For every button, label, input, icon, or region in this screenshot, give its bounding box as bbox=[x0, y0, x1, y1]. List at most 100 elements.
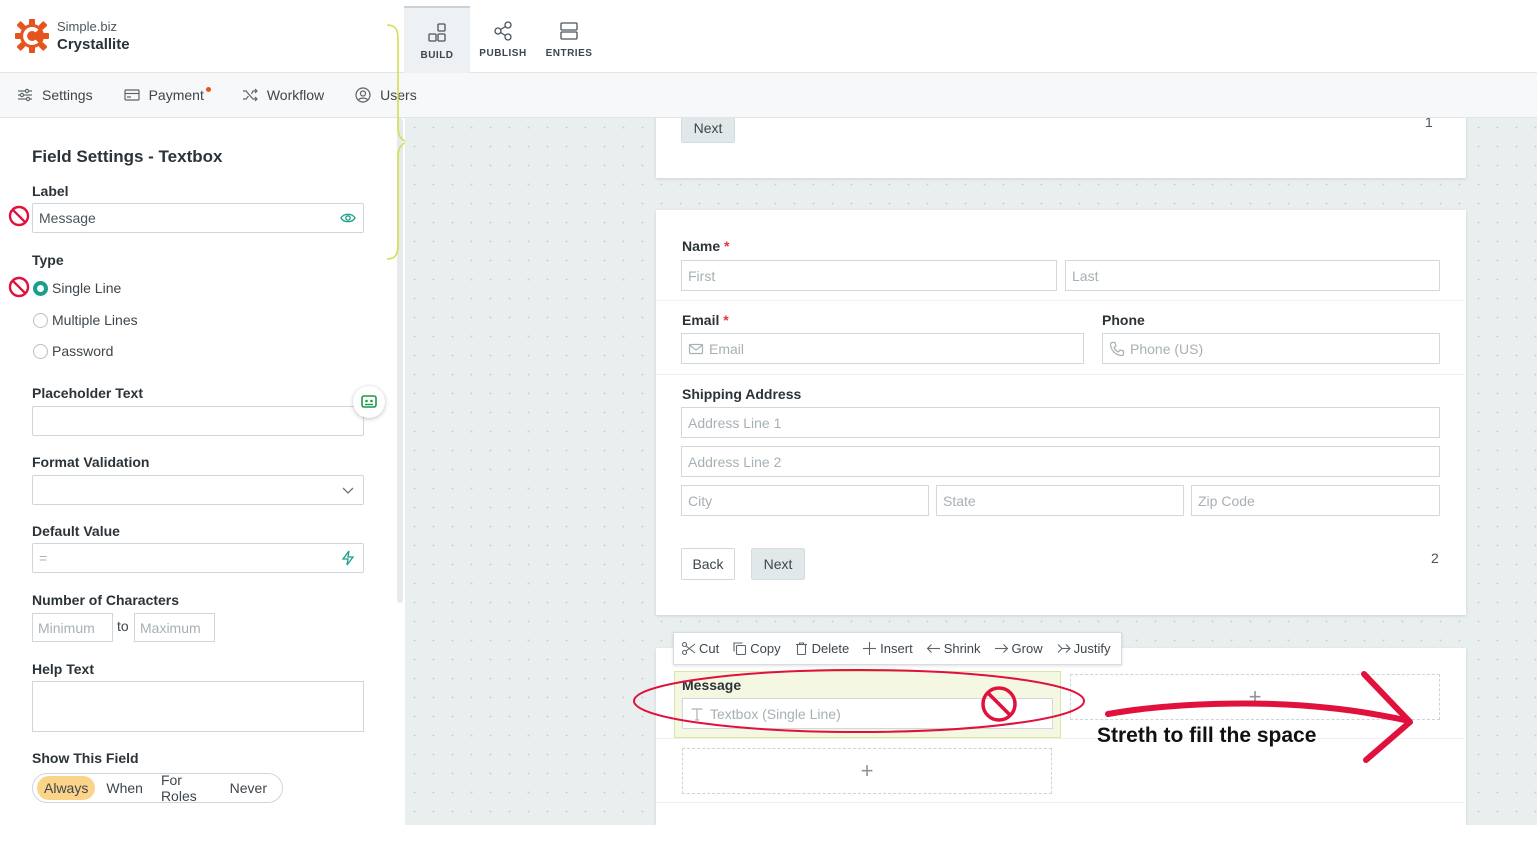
type-option-password[interactable]: Password bbox=[33, 343, 113, 359]
app-header: Simple.biz Crystallite BUILD PUBLISH ENT… bbox=[0, 0, 1537, 73]
brand[interactable]: Simple.biz Crystallite bbox=[14, 18, 130, 54]
name-last-input[interactable]: Last bbox=[1065, 260, 1440, 291]
envelope-icon bbox=[688, 343, 704, 354]
name-last-placeholder: Last bbox=[1072, 267, 1099, 284]
robot-chat-icon bbox=[361, 395, 377, 408]
field-action-toolbar: Cut Copy Delete Insert Shrink Grow Justi… bbox=[673, 632, 1122, 665]
publish-icon bbox=[494, 21, 512, 41]
crystallite-logo-icon bbox=[15, 19, 49, 53]
type-option-label: Single Line bbox=[52, 280, 122, 296]
row-divider bbox=[656, 300, 1465, 301]
settings-sliders-icon bbox=[18, 88, 32, 102]
help-text-area[interactable] bbox=[32, 681, 364, 732]
field-settings-panel: Field Settings - Textbox Label Message T… bbox=[0, 118, 405, 825]
show-option-always[interactable]: Always bbox=[37, 776, 96, 800]
insert-button[interactable]: Insert bbox=[862, 641, 913, 656]
toolbar-workflow[interactable]: Workflow bbox=[241, 86, 324, 104]
payment-badge-dot bbox=[205, 86, 211, 92]
email-label-text: Email bbox=[682, 312, 720, 328]
add-plus-icon: + bbox=[1248, 684, 1262, 709]
page2-back-button[interactable]: Back bbox=[681, 548, 735, 580]
grow-label: Grow bbox=[1011, 641, 1043, 656]
add-field-slot-right[interactable]: + bbox=[1070, 674, 1440, 720]
toolbar-settings[interactable]: Settings bbox=[16, 86, 93, 104]
tab-entries[interactable]: ENTRIES bbox=[536, 6, 602, 73]
phone-field-label: Phone bbox=[1102, 312, 1145, 328]
row-divider bbox=[656, 802, 1465, 803]
city-placeholder: City bbox=[688, 492, 713, 509]
address-field-label: Shipping Address bbox=[682, 386, 802, 402]
panel-title: Field Settings - Textbox bbox=[32, 147, 223, 166]
address-line2-placeholder: Address Line 2 bbox=[688, 453, 782, 470]
address-line2-input[interactable]: Address Line 2 bbox=[681, 446, 1440, 477]
scissors-icon bbox=[681, 641, 696, 656]
zip-input[interactable]: Zip Code bbox=[1191, 485, 1440, 516]
chars-to-text: to bbox=[117, 618, 129, 634]
users-icon bbox=[355, 87, 371, 103]
copy-icon bbox=[733, 642, 747, 656]
copy-button[interactable]: Copy bbox=[732, 641, 781, 656]
city-input[interactable]: City bbox=[681, 485, 929, 516]
cut-button[interactable]: Cut bbox=[681, 641, 719, 656]
show-option-when[interactable]: When bbox=[99, 776, 150, 800]
prohibited-icon bbox=[8, 276, 30, 298]
text-type-icon bbox=[691, 707, 703, 721]
page1-next-button[interactable]: Next bbox=[681, 118, 735, 143]
page2-back-label: Back bbox=[692, 556, 724, 572]
delete-button[interactable]: Delete bbox=[794, 641, 849, 656]
justify-button[interactable]: Justify bbox=[1056, 641, 1111, 656]
add-plus-icon: + bbox=[860, 758, 874, 783]
label-heading: Label bbox=[32, 183, 69, 199]
type-option-label: Password bbox=[52, 343, 114, 359]
default-heading: Default Value bbox=[32, 523, 120, 539]
format-validation-select[interactable] bbox=[32, 475, 364, 505]
form-name: Crystallite bbox=[57, 36, 130, 53]
assistant-button[interactable] bbox=[353, 386, 385, 418]
type-option-multiple-lines[interactable]: Multiple Lines bbox=[33, 312, 138, 328]
phone-icon bbox=[1109, 341, 1125, 356]
eye-icon[interactable] bbox=[340, 210, 356, 226]
workflow-shuffle-icon bbox=[242, 88, 258, 102]
format-heading: Format Validation bbox=[32, 454, 150, 470]
message-textbox[interactable]: Textbox (Single Line) bbox=[682, 698, 1053, 729]
email-input[interactable]: Email bbox=[681, 333, 1084, 364]
shrink-button[interactable]: Shrink bbox=[926, 641, 981, 656]
message-field-selected[interactable]: Message Textbox (Single Line) bbox=[674, 671, 1061, 738]
type-option-single-line[interactable]: Single Line bbox=[33, 280, 121, 296]
required-asterisk: * bbox=[723, 312, 729, 328]
trash-icon bbox=[795, 642, 807, 656]
type-heading: Type bbox=[32, 252, 64, 268]
type-option-label: Multiple Lines bbox=[52, 312, 138, 328]
page2-next-button[interactable]: Next bbox=[751, 548, 805, 580]
name-first-input[interactable]: First bbox=[681, 260, 1057, 291]
justify-label: Justify bbox=[1073, 641, 1111, 656]
tab-publish[interactable]: PUBLISH bbox=[470, 6, 536, 73]
tab-build[interactable]: BUILD bbox=[404, 6, 470, 73]
label-input[interactable]: Message bbox=[32, 203, 364, 233]
default-value-input[interactable]: = bbox=[32, 543, 364, 573]
add-field-slot-below[interactable]: + bbox=[682, 748, 1052, 794]
phone-input[interactable]: Phone (US) bbox=[1102, 333, 1440, 364]
placeholder-heading: Placeholder Text bbox=[32, 385, 144, 401]
show-option-never[interactable]: Never bbox=[223, 776, 274, 800]
zip-placeholder: Zip Code bbox=[1198, 492, 1255, 509]
chars-max-input[interactable]: Maximum bbox=[134, 613, 215, 642]
page2-next-label: Next bbox=[763, 556, 793, 572]
placeholder-input[interactable] bbox=[32, 406, 364, 436]
toolbar-workflow-label: Workflow bbox=[266, 87, 325, 103]
toolbar-payment[interactable]: Payment bbox=[123, 86, 211, 104]
org-name: Simple.biz bbox=[57, 19, 117, 34]
toolbar-settings-label: Settings bbox=[42, 87, 93, 103]
show-option-for-roles[interactable]: For Roles bbox=[154, 768, 219, 808]
payment-card-icon bbox=[123, 89, 140, 101]
main-nav: BUILD PUBLISH ENTRIES bbox=[404, 6, 602, 73]
insert-label: Insert bbox=[880, 641, 913, 656]
show-field-segmented: Always When For Roles Never bbox=[32, 772, 283, 804]
arrow-left-icon bbox=[926, 644, 940, 653]
grow-button[interactable]: Grow bbox=[994, 641, 1043, 656]
lightning-icon[interactable] bbox=[340, 550, 356, 566]
row-divider bbox=[656, 738, 1465, 739]
address-line1-input[interactable]: Address Line 1 bbox=[681, 407, 1440, 438]
chars-min-input[interactable]: Minimum bbox=[32, 613, 113, 642]
state-input[interactable]: State bbox=[936, 485, 1184, 516]
